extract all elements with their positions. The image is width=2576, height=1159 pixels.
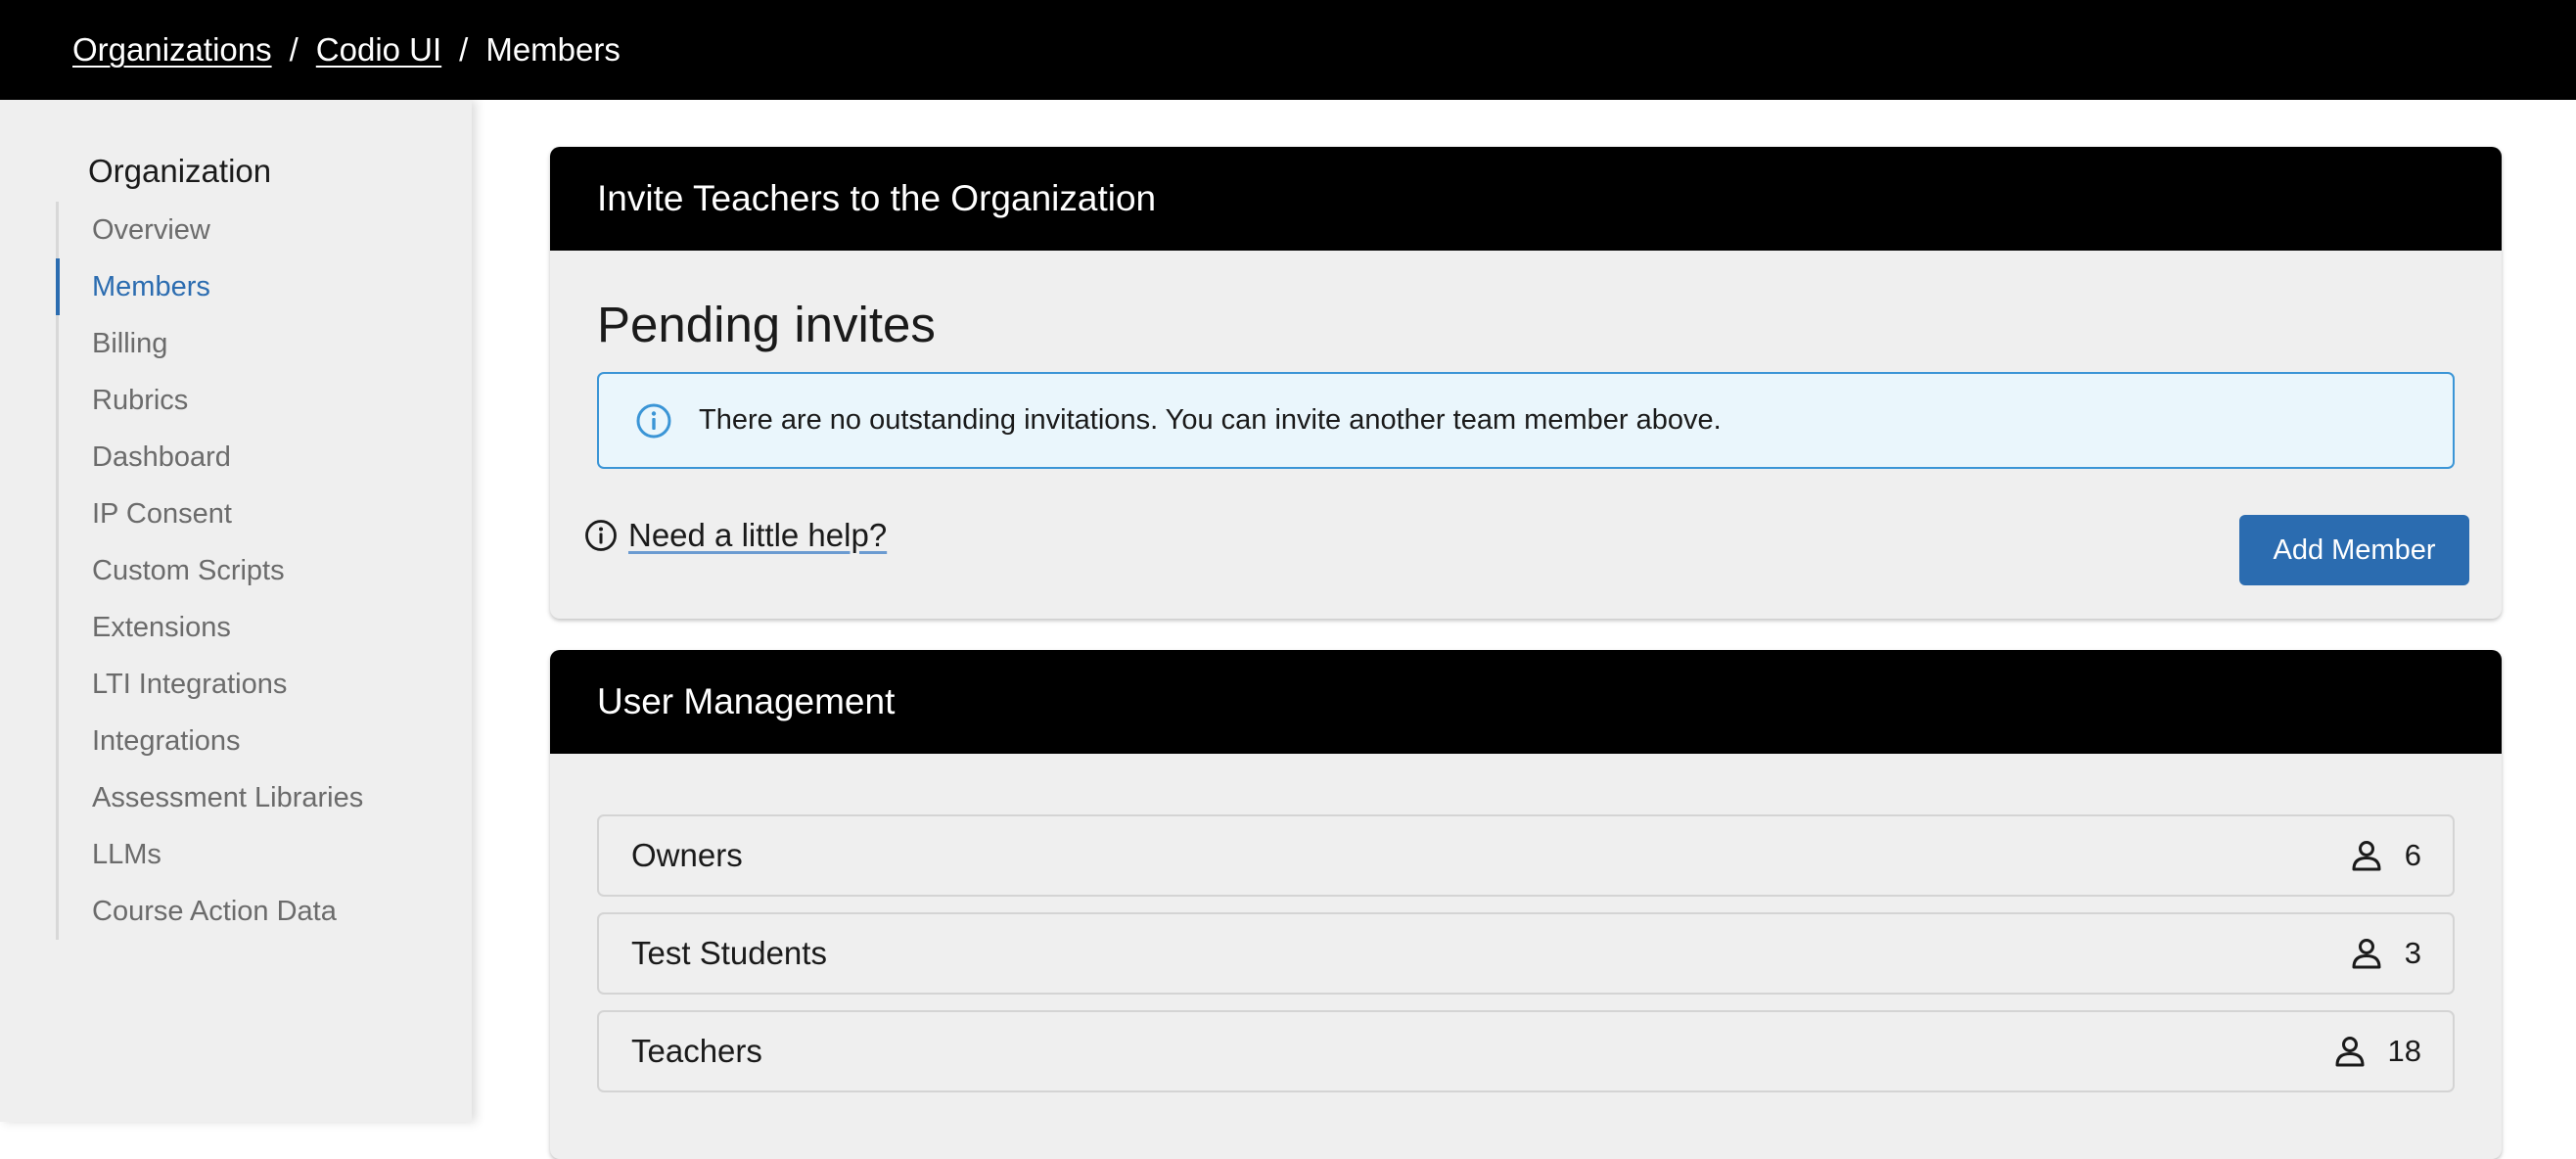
user-management-header: User Management bbox=[550, 650, 2502, 754]
user-group-row-test-students[interactable]: Test Students 3 bbox=[597, 912, 2455, 995]
breadcrumb-organizations-link[interactable]: Organizations bbox=[72, 31, 272, 69]
user-management-card: User Management Owners 6 Test Students 3… bbox=[550, 650, 2502, 1159]
user-group-name: Teachers bbox=[631, 1033, 762, 1069]
info-message: There are no outstanding invitations. Yo… bbox=[699, 404, 1722, 436]
user-icon bbox=[2348, 837, 2385, 874]
add-member-button[interactable]: Add Member bbox=[2239, 515, 2469, 585]
user-group-row-teachers[interactable]: Teachers 18 bbox=[597, 1010, 2455, 1092]
user-group-count: 3 bbox=[2348, 935, 2421, 972]
top-bar: Organizations / Codio UI / Members bbox=[0, 0, 2576, 100]
sidebar-item-llms[interactable]: LLMs bbox=[59, 826, 447, 883]
sidebar: Organization Overview Members Billing Ru… bbox=[0, 100, 472, 1122]
help-row: Need a little help? bbox=[583, 517, 887, 554]
user-group-row-owners[interactable]: Owners 6 bbox=[597, 814, 2455, 897]
sidebar-item-members[interactable]: Members bbox=[56, 258, 447, 315]
breadcrumb: Organizations / Codio UI / Members bbox=[72, 31, 621, 69]
sidebar-item-assessment-libraries[interactable]: Assessment Libraries bbox=[59, 769, 447, 826]
user-group-count: 6 bbox=[2348, 837, 2421, 874]
sidebar-item-rubrics[interactable]: Rubrics bbox=[59, 372, 447, 429]
user-group-count-value: 18 bbox=[2387, 1034, 2421, 1068]
sidebar-item-ip-consent[interactable]: IP Consent bbox=[59, 486, 447, 542]
user-icon bbox=[2331, 1033, 2369, 1070]
user-icon bbox=[2348, 935, 2385, 972]
user-group-count-value: 3 bbox=[2404, 936, 2421, 970]
info-circle-icon bbox=[583, 518, 619, 553]
breadcrumb-current: Members bbox=[485, 31, 621, 68]
user-group-count-value: 6 bbox=[2404, 838, 2421, 872]
invite-card: Invite Teachers to the Organization Pend… bbox=[550, 147, 2502, 619]
sidebar-title: Organization bbox=[88, 153, 272, 189]
user-group-name: Owners bbox=[631, 837, 743, 873]
sidebar-item-custom-scripts[interactable]: Custom Scripts bbox=[59, 542, 447, 599]
sidebar-item-integrations[interactable]: Integrations bbox=[59, 713, 447, 769]
breadcrumb-separator: / bbox=[289, 31, 299, 68]
breadcrumb-separator: / bbox=[459, 31, 469, 68]
no-invites-info-box: There are no outstanding invitations. Yo… bbox=[597, 372, 2455, 469]
info-circle-icon bbox=[634, 401, 673, 440]
sidebar-item-lti-integrations[interactable]: LTI Integrations bbox=[59, 656, 447, 713]
sidebar-item-overview[interactable]: Overview bbox=[59, 202, 447, 258]
sidebar-item-billing[interactable]: Billing bbox=[59, 315, 447, 372]
sidebar-item-dashboard[interactable]: Dashboard bbox=[59, 429, 447, 486]
pending-invites-title: Pending invites bbox=[597, 297, 936, 352]
user-group-name: Test Students bbox=[631, 935, 827, 971]
breadcrumb-codio-ui-link[interactable]: Codio UI bbox=[316, 31, 441, 69]
sidebar-nav: Overview Members Billing Rubrics Dashboa… bbox=[56, 202, 447, 940]
sidebar-item-course-action-data[interactable]: Course Action Data bbox=[59, 883, 447, 940]
invite-card-header: Invite Teachers to the Organization bbox=[550, 147, 2502, 251]
sidebar-item-extensions[interactable]: Extensions bbox=[59, 599, 447, 656]
user-group-list: Owners 6 Test Students 3 Teachers 18 bbox=[597, 814, 2455, 1108]
need-help-link[interactable]: Need a little help? bbox=[628, 517, 887, 554]
user-group-count: 18 bbox=[2331, 1033, 2421, 1070]
